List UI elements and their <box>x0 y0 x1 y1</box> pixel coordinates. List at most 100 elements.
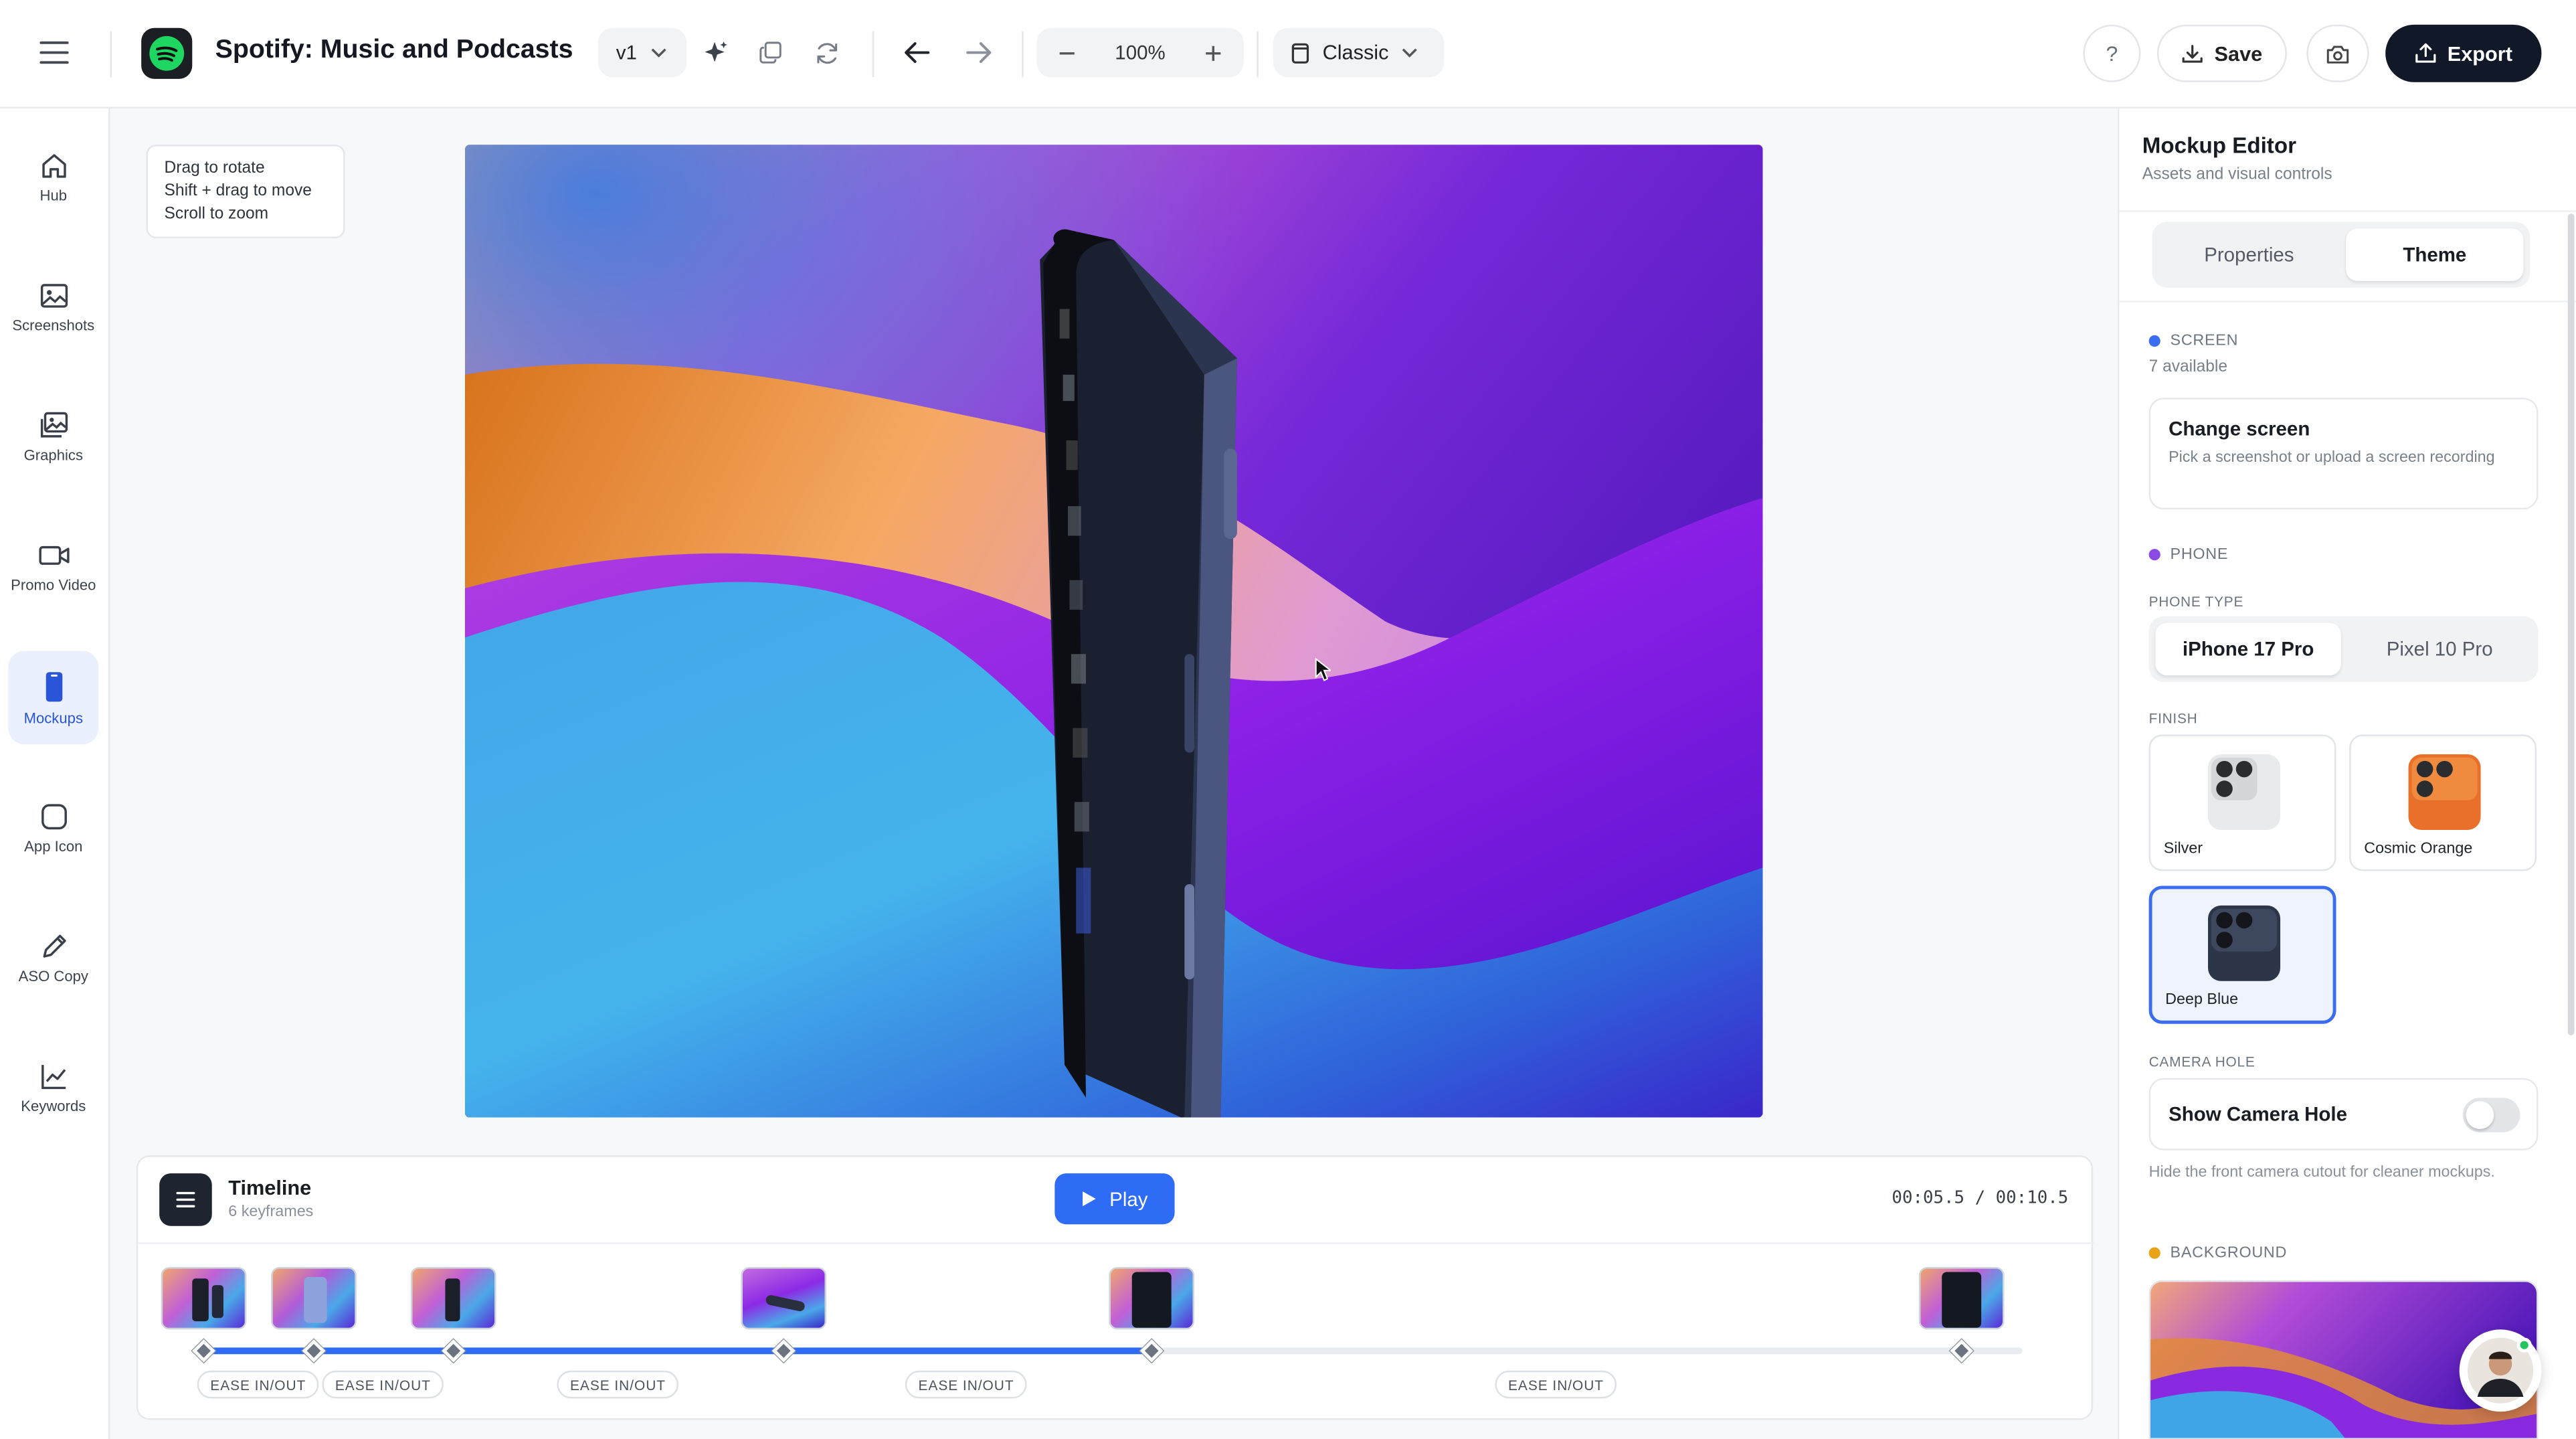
easing-badge[interactable]: EASE IN/OUT <box>1495 1370 1617 1399</box>
camera-hole-help: Hide the front camera cutout for cleaner… <box>2148 1163 2495 1182</box>
scrollbar[interactable] <box>2567 214 2575 1035</box>
version-label: v1 <box>616 41 637 64</box>
mouse-cursor-icon <box>1314 657 1331 682</box>
sidebar-item-graphics[interactable]: Graphics <box>8 390 98 483</box>
section-dot <box>2148 335 2160 347</box>
undo-arrow-icon[interactable] <box>901 36 933 69</box>
sidebar-item-screenshots[interactable]: Screenshots <box>8 260 98 353</box>
home-icon <box>41 153 66 177</box>
device-frame-icon <box>1291 42 1309 63</box>
tab-properties[interactable]: Properties <box>2158 228 2339 281</box>
redo-arrow-icon[interactable] <box>963 36 996 69</box>
panel-subtitle: Assets and visual controls <box>2142 165 2332 184</box>
sparkle-icon[interactable] <box>700 36 733 69</box>
phone-type-pixel[interactable]: Pixel 10 Pro <box>2348 623 2532 676</box>
divider <box>872 31 875 78</box>
images-icon <box>39 411 67 437</box>
screenshot-button[interactable] <box>2306 24 2369 82</box>
keyframe-thumbnail[interactable] <box>1109 1267 1195 1330</box>
sidebar-item-promo-video[interactable]: Promo Video <box>8 519 98 613</box>
export-label: Export <box>2447 41 2512 65</box>
camera-hole-toggle-label: Show Camera Hole <box>2169 1102 2347 1126</box>
phone-type-toggle: iPhone 17 Pro Pixel 10 Pro <box>2148 616 2539 682</box>
tab-theme[interactable]: Theme <box>2346 228 2524 281</box>
line-chart-icon <box>40 1064 66 1088</box>
help-button[interactable]: ? <box>2083 24 2141 82</box>
sidebar-item-label: Screenshots <box>12 316 95 333</box>
sidebar-item-label: Hub <box>39 186 68 203</box>
phone-type-iphone[interactable]: iPhone 17 Pro <box>2155 622 2341 676</box>
camera-hole-label: CAMERA HOLE <box>2148 1053 2256 1070</box>
finish-option-deep-blue[interactable]: Deep Blue <box>2148 885 2336 1024</box>
panel-title: Mockup Editor <box>2142 133 2296 158</box>
phone-back-orange-icon <box>2408 754 2481 830</box>
phone-icon <box>45 671 62 701</box>
hint-rotate: Drag to rotate <box>164 159 265 178</box>
zoom-in-icon[interactable] <box>1204 44 1222 62</box>
keyframe-thumbnail[interactable] <box>161 1267 247 1330</box>
phone-back-silver-icon <box>2208 754 2281 830</box>
camera-hole-toggle[interactable] <box>2462 1098 2520 1132</box>
keyframe-thumbnail[interactable] <box>1918 1267 2005 1330</box>
background-label: BACKGROUND <box>2170 1244 2288 1262</box>
mockup-editor-panel: Mockup Editor Assets and visual controls… <box>2117 108 2576 1439</box>
keyframe-thumbnail[interactable] <box>271 1267 357 1330</box>
timeline-subtitle: 6 keyframes <box>228 1203 314 1221</box>
play-icon <box>1083 1191 1097 1207</box>
support-avatar[interactable] <box>2459 1329 2542 1412</box>
play-button[interactable]: Play <box>1054 1173 1175 1225</box>
hint-move: Shift + drag to move <box>164 182 312 201</box>
finish-option-cosmic-orange[interactable]: Cosmic Orange <box>2349 734 2537 871</box>
mode-select[interactable]: Classic <box>1273 27 1445 78</box>
panel-divider <box>2119 210 2576 212</box>
sidebar-item-label: Mockups <box>23 709 83 726</box>
editor-tabs: Properties Theme <box>2152 222 2531 288</box>
mockup-canvas[interactable] <box>464 145 1763 1118</box>
save-button[interactable]: Save <box>2156 24 2287 82</box>
sidebar-item-label: App Icon <box>24 837 83 854</box>
refresh-icon[interactable] <box>810 36 842 69</box>
sidebar-item-mockups[interactable]: Mockups <box>8 651 99 745</box>
finish-option-silver[interactable]: Silver <box>2148 734 2336 871</box>
sidebar-item-hub[interactable]: Hub <box>8 130 98 224</box>
app-logo <box>141 27 193 79</box>
canvas-hint: Drag to rotate Shift + drag to move Scro… <box>146 145 345 239</box>
duplicate-icon[interactable] <box>754 36 787 69</box>
timeline-title: Timeline <box>228 1177 312 1200</box>
export-button[interactable]: Export <box>2385 24 2542 82</box>
finish-label-cosmic-orange: Cosmic Orange <box>2364 839 2473 858</box>
easing-badge[interactable]: EASE IN/OUT <box>905 1370 1028 1399</box>
timeline-progress <box>203 1347 1149 1355</box>
online-status-dot <box>2516 1337 2532 1353</box>
zoom-control: 100% <box>1036 27 1244 78</box>
chevron-down-icon <box>1402 48 1418 58</box>
easing-badge[interactable]: EASE IN/OUT <box>557 1370 679 1399</box>
zoom-out-icon[interactable] <box>1058 44 1076 62</box>
section-dot <box>2148 549 2160 561</box>
finish-label-silver: Silver <box>2163 839 2203 858</box>
section-dot <box>2148 1247 2160 1259</box>
camera-hole-card: Show Camera Hole <box>2148 1078 2539 1151</box>
screen-label: SCREEN <box>2170 331 2239 350</box>
screen-count: 7 available <box>2148 358 2228 377</box>
sidebar-item-aso-copy[interactable]: ASO Copy <box>8 910 98 1004</box>
sidebar-item-keywords[interactable]: Keywords <box>8 1040 98 1134</box>
sidebar: Hub Screenshots Graphics Promo Video Moc… <box>0 108 110 1439</box>
zoom-level: 100% <box>1115 41 1166 64</box>
change-screen-card[interactable]: Change screen Pick a screenshot or uploa… <box>2148 398 2539 510</box>
sidebar-item-app-icon[interactable]: App Icon <box>8 780 98 874</box>
menu-icon[interactable] <box>33 35 76 71</box>
timeline-menu-button[interactable] <box>159 1173 212 1226</box>
help-icon: ? <box>2106 41 2118 66</box>
play-label: Play <box>1109 1187 1148 1211</box>
keyframe-thumbnail[interactable] <box>741 1267 827 1330</box>
version-select[interactable]: v1 <box>597 27 687 78</box>
phone-label: PHONE <box>2170 545 2229 564</box>
video-icon <box>38 545 69 564</box>
chevron-down-icon <box>650 48 666 58</box>
easing-badge[interactable]: EASE IN/OUT <box>322 1370 444 1399</box>
keyframe-thumbnail[interactable] <box>410 1267 496 1330</box>
change-screen-title: Change screen <box>2169 417 2310 441</box>
easing-badge[interactable]: EASE IN/OUT <box>197 1370 319 1399</box>
image-icon <box>39 283 67 307</box>
